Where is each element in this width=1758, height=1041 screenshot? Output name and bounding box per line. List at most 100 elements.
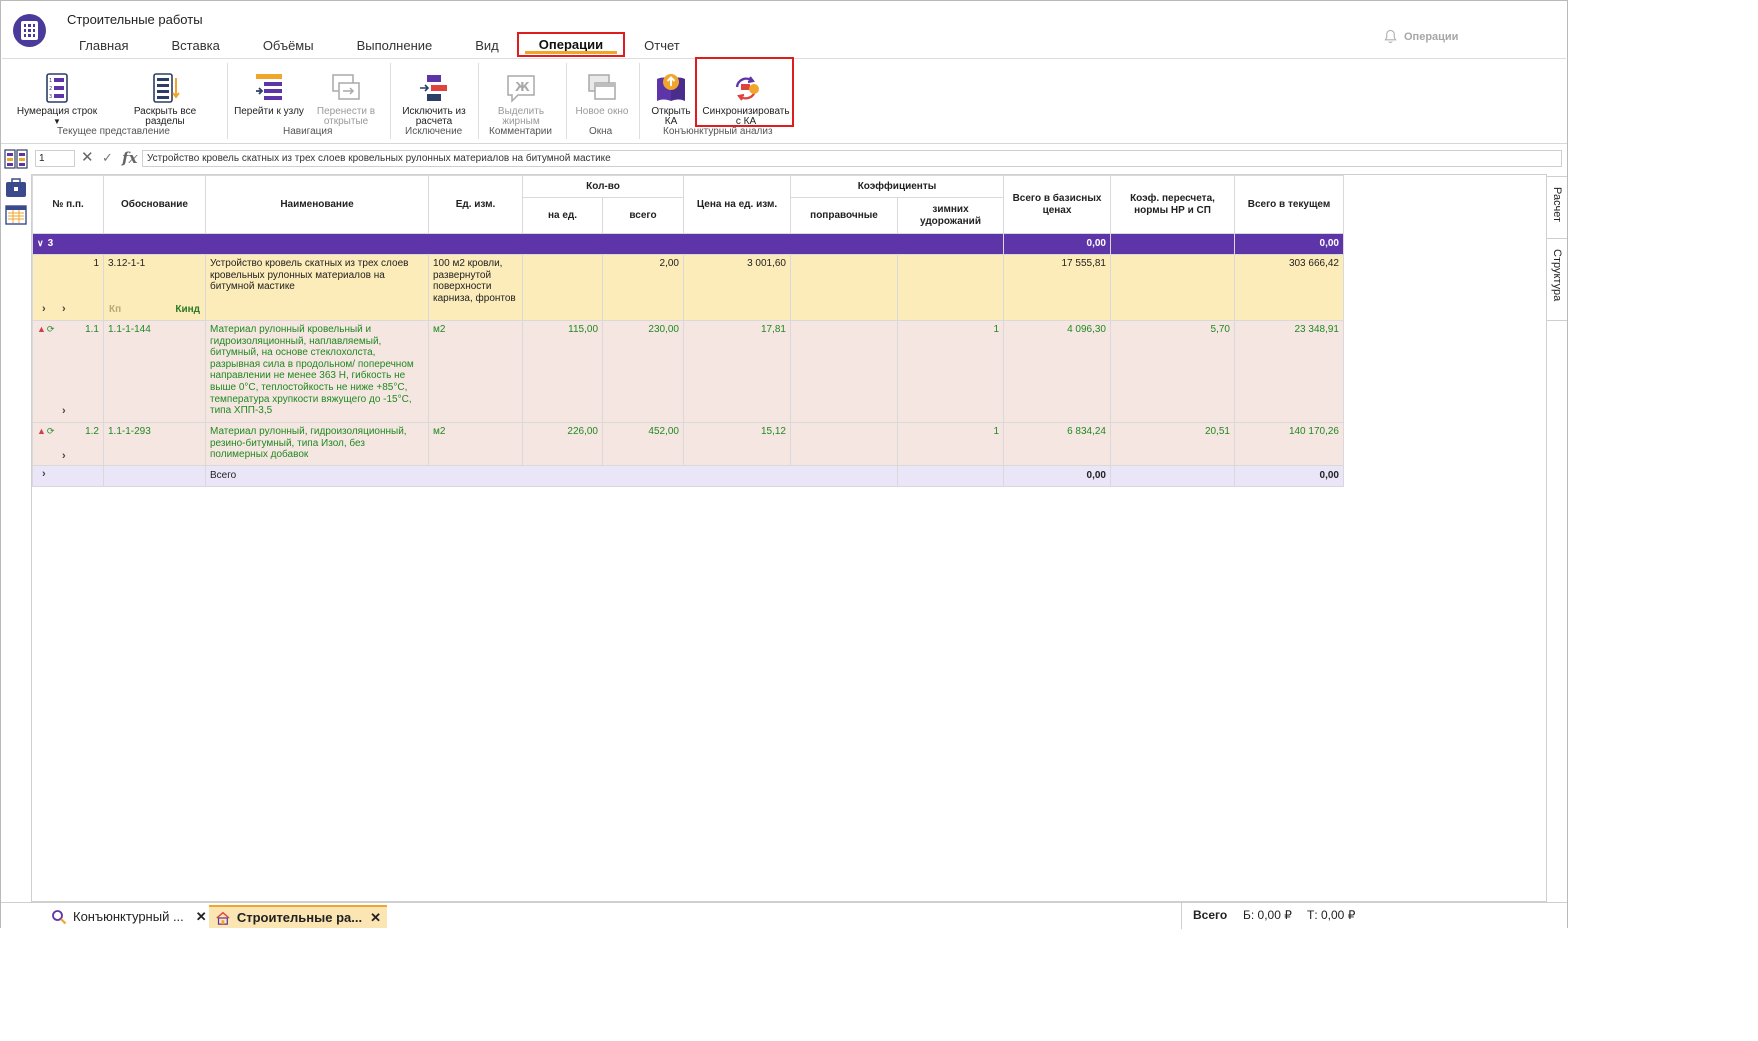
estimate-grid: № п.п. Обоснование Наименование Ед. изм.… [31,174,1547,902]
app-logo-icon[interactable] [13,14,46,47]
group-label-market: Конъюнктурный анализ [663,126,773,137]
cell-reference-input[interactable]: 1 [35,150,75,167]
side-tabs: Расчет Структура [1547,176,1569,321]
status-total-current: Т: 0,00 ₽ [1307,908,1356,922]
group-label-exclusion: Исключение [405,126,463,137]
bottom-tab-construction[interactable]: Строительные ра... ✕ [209,905,387,928]
header-coef-corr[interactable]: поправочные [790,197,898,234]
row-total-base: 17 555,81 [1003,254,1111,321]
header-qty-total[interactable]: всего [602,197,684,234]
row-price: 15,12 [683,422,791,466]
row-recalc: 20,51 [1110,422,1235,466]
ribbon-separator [639,63,640,139]
app-window: Строительные работы Главная Вставка Объё… [0,0,1569,929]
expand-sections-button[interactable]: Раскрыть все разделы [125,71,205,127]
row-price: 17,81 [683,320,791,423]
menu-tabs: Главная Вставка Объёмы Выполнение Вид Оп… [65,32,680,57]
side-tab-calc[interactable]: Расчет [1547,176,1567,239]
total-row[interactable]: › Всего 0,00 0,00 [32,465,1344,487]
table-row[interactable]: ▲ ⟳ 1.1 › 1.1-1-144 Материал рулонный кро… [32,320,1344,423]
total-base: 0,00 [1003,465,1111,487]
kind-label[interactable]: Кинд [175,304,200,316]
tab-volumes[interactable]: Объёмы [263,36,314,56]
bottom-tab-market[interactable]: Конъюнктурный ... ✕ [45,905,213,928]
tab-view[interactable]: Вид [475,36,499,56]
row-coef-winter: 1 [897,320,1004,423]
function-icon[interactable]: fx [122,149,137,167]
notifications[interactable]: Операции [1383,29,1458,44]
header-basis[interactable]: Обоснование [103,175,206,234]
table-view-icon[interactable] [4,149,28,169]
briefcase-icon[interactable] [4,177,28,199]
close-icon[interactable]: ✕ [196,909,207,925]
tab-report[interactable]: Отчет [644,36,680,56]
header-total-current[interactable]: Всего в текущем [1234,175,1344,234]
row-recalc: 5,70 [1110,320,1235,423]
chevron-down-icon[interactable]: ∨ [37,238,44,248]
header-total-base[interactable]: Всего в базисных ценах [1003,175,1111,234]
chevron-right-icon[interactable]: › [62,304,66,316]
svg-text:1: 1 [49,78,52,84]
row-qty-per-unit: 115,00 [522,320,603,423]
header-qty[interactable]: Кол-во [522,175,684,198]
tab-home[interactable]: Главная [79,36,128,56]
header-coef-winter[interactable]: зимних удорожаний [897,197,1004,234]
side-tab-structure[interactable]: Структура [1547,239,1567,321]
close-icon[interactable]: ✕ [370,910,381,926]
tab-operations[interactable]: Операции [516,32,626,57]
goto-node-button[interactable]: Перейти к узлу [231,71,307,117]
row-coef-corr [790,254,898,321]
header-price[interactable]: Цена на ед. изм. [683,175,791,234]
section-empty-cell [1110,233,1235,255]
row-num: 1 › › [32,254,104,321]
row-total-current: 23 348,91 [1234,320,1344,423]
chevron-right-icon[interactable]: › [42,468,46,481]
chevron-right-icon[interactable]: › [62,406,66,418]
header-name[interactable]: Наименование [205,175,429,234]
row-basis-text: 3.12-1-1 [108,258,146,269]
total-empty-cell [1110,465,1235,487]
table-row[interactable]: ▲ ⟳ 1.2 › 1.1-1-293 Материал рулонный, ги… [32,422,1344,466]
chevron-right-icon[interactable]: › [42,304,46,316]
header-unit[interactable]: Ед. изм. [428,175,523,234]
line-numbering-button[interactable]: 1 2 3 Нумерация строк ▼ [15,71,99,126]
header-num[interactable]: № п.п. [32,175,104,234]
header-coefs[interactable]: Коэффициенты [790,175,1004,198]
spreadsheet-icon[interactable] [4,204,28,226]
sync-ka-highlight [695,57,794,127]
row-qty-total: 230,00 [602,320,684,423]
table-row[interactable]: 1 › › 3.12-1-1 Кп Кинд Устройство кровел… [32,254,1344,321]
estimate-table: № п.п. Обоснование Наименование Ед. изм.… [32,175,1344,487]
kp-label[interactable]: Кп [109,304,121,316]
header-recalc[interactable]: Коэф. пересчета, нормы НР и СП [1110,175,1235,234]
chevron-down-icon: ▼ [53,117,61,126]
bold-button[interactable]: Ж Выделить жирным [487,71,555,127]
formula-input[interactable]: Устройство кровель скатных из трех слоев… [142,150,1562,167]
new-window-button[interactable]: Новое окно [571,71,633,117]
open-ka-label: Открыть КА [651,106,691,127]
expand-sections-label: Раскрыть все разделы [133,106,197,127]
open-ka-button[interactable]: Открыть КА [647,71,695,127]
section-row[interactable]: ∨ 3 0,00 0,00 [32,233,1344,255]
header-qty-per-unit[interactable]: на ед. [522,197,603,234]
svg-text:3: 3 [49,94,52,100]
bold-label: Выделить жирным [497,106,545,127]
tab-execution[interactable]: Выполнение [357,36,433,56]
total-empty-cell [103,465,206,487]
row-qty-total: 452,00 [602,422,684,466]
row-basis: 1.1-1-144 [103,320,206,423]
confirm-edit-icon[interactable]: ✓ [102,150,113,166]
exclude-calc-button[interactable]: Исключить из расчета [397,71,471,127]
chevron-right-icon[interactable]: › [62,451,66,463]
tab-insert[interactable]: Вставка [171,36,219,56]
row-num: ▲ ⟳ 1.1 › [32,320,104,423]
row-num-text: 1.1 [85,324,99,335]
row-num-text: 1 [93,258,99,269]
bold-comment-icon: Ж [507,75,535,103]
cancel-edit-icon[interactable]: ✕ [81,150,94,166]
new-window-icon [588,74,616,100]
move-to-open-button[interactable]: Перенести в открытые [311,71,381,127]
line-numbering-icon: 1 2 3 [46,73,68,103]
row-name: Материал рулонный, гидроизоляционный, ре… [205,422,429,466]
row-qty-per-unit: 226,00 [522,422,603,466]
